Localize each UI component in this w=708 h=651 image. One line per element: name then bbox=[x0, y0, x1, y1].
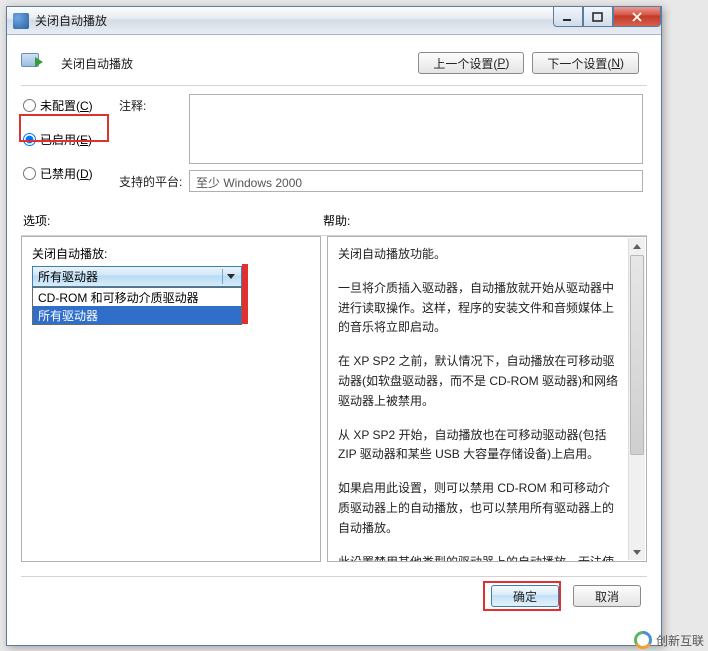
close-button[interactable] bbox=[613, 7, 661, 27]
platform-label: 支持的平台: bbox=[119, 170, 189, 190]
maximize-button[interactable] bbox=[583, 7, 613, 27]
radio-input[interactable] bbox=[23, 167, 36, 180]
prev-setting-button[interactable]: 上一个设置(P) bbox=[418, 52, 524, 74]
scroll-thumb[interactable] bbox=[630, 255, 644, 455]
chevron-down-icon bbox=[222, 269, 238, 284]
platform-value: 至少 Windows 2000 bbox=[189, 170, 643, 192]
policy-icon bbox=[21, 51, 53, 75]
autoplay-off-combobox[interactable]: 所有驱动器 bbox=[32, 266, 242, 287]
dialog-window: 关闭自动播放 关闭自动播放 bbox=[6, 6, 662, 646]
options-title: 关闭自动播放: bbox=[32, 245, 310, 262]
window-title: 关闭自动播放 bbox=[35, 12, 107, 29]
notes-label: 注释: bbox=[119, 94, 189, 114]
radio-input[interactable] bbox=[23, 133, 36, 146]
help-paragraph: 在 XP SP2 之前，默认情况下，自动播放在可移动驱动器(如软盘驱动器，而不是… bbox=[338, 352, 618, 411]
watermark-logo-icon bbox=[634, 631, 652, 649]
help-paragraph: 此设置禁用其他类型的驱动器上的自动播放。无法使用此设置在默认情况下已禁用的自动播… bbox=[338, 553, 618, 562]
help-paragraph: 从 XP SP2 开始，自动播放也在可移动驱动器(包括 ZIP 驱动器和某些 U… bbox=[338, 426, 618, 466]
notes-textarea[interactable] bbox=[189, 94, 643, 164]
radio-enabled[interactable]: 已启用(E) bbox=[23, 128, 119, 150]
help-label: 帮助: bbox=[323, 212, 350, 229]
combobox-dropdown: CD-ROM 和可移动介质驱动器 所有驱动器 bbox=[32, 287, 242, 325]
scroll-down-icon[interactable] bbox=[630, 544, 644, 560]
app-icon bbox=[13, 13, 29, 29]
help-paragraph: 关闭自动播放功能。 bbox=[338, 245, 618, 265]
options-panel: 关闭自动播放: 所有驱动器 CD-ROM 和可移动介质驱动器 所有驱动器 bbox=[21, 236, 321, 562]
radio-input[interactable] bbox=[23, 99, 36, 112]
minimize-button[interactable] bbox=[553, 7, 583, 27]
help-paragraph: 如果启用此设置，则可以禁用 CD-ROM 和可移动介质驱动器上的自动播放，也可以… bbox=[338, 479, 618, 538]
page-title: 关闭自动播放 bbox=[61, 55, 133, 72]
help-panel: 关闭自动播放功能。 一旦将介质插入驱动器，自动播放就开始从驱动器中进行读取操作。… bbox=[327, 236, 647, 562]
ok-button[interactable]: 确定 bbox=[491, 585, 559, 607]
scrollbar[interactable] bbox=[628, 238, 645, 560]
cancel-button[interactable]: 取消 bbox=[573, 585, 641, 607]
next-setting-button[interactable]: 下一个设置(N) bbox=[532, 52, 639, 74]
watermark: 创新互联 bbox=[634, 631, 704, 649]
combo-item[interactable]: CD-ROM 和可移动介质驱动器 bbox=[33, 288, 241, 306]
radio-disabled[interactable]: 已禁用(D) bbox=[23, 162, 119, 184]
scroll-up-icon[interactable] bbox=[630, 238, 644, 254]
combo-item-selected[interactable]: 所有驱动器 bbox=[33, 306, 241, 324]
titlebar[interactable]: 关闭自动播放 bbox=[7, 7, 661, 35]
options-label: 选项: bbox=[23, 212, 323, 229]
help-paragraph: 一旦将介质插入驱动器，自动播放就开始从驱动器中进行读取操作。这样，程序的安装文件… bbox=[338, 279, 618, 338]
radio-not-configured[interactable]: 未配置(C) bbox=[23, 94, 119, 116]
